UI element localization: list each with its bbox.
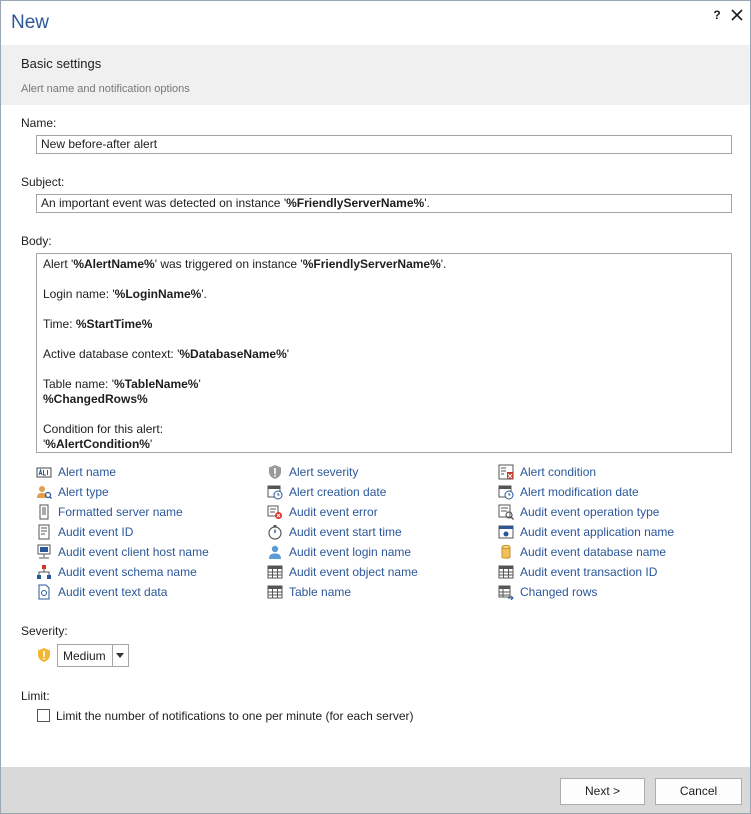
- limit-checkbox[interactable]: [37, 709, 50, 722]
- var-audit-event-id[interactable]: Audit event ID: [36, 523, 133, 541]
- name-value: New before-after alert: [41, 137, 158, 151]
- dialog-window: New ? Basic settings Alert name and noti…: [0, 0, 751, 814]
- var-alert-name[interactable]: Alert name: [36, 463, 116, 481]
- calendar-clock-icon: [267, 485, 283, 500]
- body-line: Alert '%AlertName%' was triggered on ins…: [43, 257, 447, 271]
- subject-variable: %FriendlyServerName%: [286, 196, 425, 210]
- chevron-down-icon: [116, 653, 124, 658]
- var-audit-event-transaction-id[interactable]: Audit event transaction ID: [498, 563, 657, 581]
- window-title: New: [11, 12, 50, 33]
- var-alert-modification-date[interactable]: Alert modification date: [498, 483, 639, 501]
- severity-label: Severity:: [21, 624, 68, 638]
- var-audit-event-application-name[interactable]: Audit event application name: [498, 523, 674, 541]
- body-line: Login name: '%LoginName%'.: [43, 287, 207, 301]
- section-title: Basic settings: [21, 56, 102, 71]
- subject-prefix: An important event was detected on insta…: [41, 196, 287, 210]
- dropdown-separator: [112, 645, 113, 666]
- stopwatch-icon: [268, 525, 282, 540]
- var-audit-event-start-time[interactable]: Audit event start time: [267, 523, 402, 541]
- operation-type-icon: [498, 504, 514, 520]
- transaction-icon: [498, 565, 514, 579]
- subject-label: Subject:: [21, 175, 65, 189]
- user-icon: [269, 545, 281, 559]
- body-label: Body:: [21, 234, 52, 248]
- limit-checkbox-label[interactable]: Limit the number of notifications to one…: [56, 709, 414, 723]
- section-header: Basic settings Alert name and notificati…: [1, 45, 750, 105]
- name-input[interactable]: New before-after alert: [36, 135, 732, 154]
- alert-name-icon: [36, 467, 52, 478]
- var-formatted-server-name[interactable]: Formatted server name: [36, 503, 183, 521]
- var-audit-event-login-name[interactable]: Audit event login name: [267, 543, 411, 561]
- calendar-clock-icon: [498, 485, 514, 500]
- table-icon: [267, 565, 283, 579]
- body-line: Active database context: '%DatabaseName%…: [43, 347, 290, 361]
- var-table-name[interactable]: Table name: [267, 583, 351, 601]
- next-button[interactable]: Next >: [560, 778, 645, 805]
- server-icon: [39, 504, 49, 520]
- database-icon: [501, 544, 511, 559]
- section-subtitle: Alert name and notification options: [21, 83, 190, 95]
- alert-type-icon: [37, 486, 52, 499]
- var-audit-event-error[interactable]: Audit event error: [267, 503, 378, 521]
- severity-value: Medium: [63, 649, 106, 663]
- error-icon: [267, 505, 282, 519]
- body-line: Table name: '%TableName%': [43, 377, 201, 391]
- var-alert-type[interactable]: Alert type: [36, 483, 109, 501]
- title-bar: New ?: [1, 1, 750, 45]
- severity-dropdown[interactable]: Medium: [57, 644, 129, 667]
- application-icon: [498, 525, 514, 539]
- var-alert-severity[interactable]: Alert severity: [267, 463, 358, 481]
- body-textarea[interactable]: Alert '%AlertName%' was triggered on ins…: [36, 253, 732, 453]
- alert-severity-icon: [269, 465, 281, 479]
- close-icon: [731, 9, 743, 21]
- var-audit-event-client-host-name[interactable]: Audit event client host name: [36, 543, 209, 561]
- client-host-icon: [37, 544, 51, 559]
- table-icon: [267, 585, 283, 599]
- subject-input[interactable]: An important event was detected on insta…: [36, 194, 732, 213]
- var-audit-event-object-name[interactable]: Audit event object name: [267, 563, 418, 581]
- var-audit-event-text-data[interactable]: Audit event text data: [36, 583, 167, 601]
- var-audit-event-database-name[interactable]: Audit event database name: [498, 543, 666, 561]
- alert-condition-icon: [498, 464, 514, 480]
- close-button[interactable]: [729, 7, 745, 23]
- body-line: %ChangedRows%: [43, 392, 148, 406]
- var-alert-condition[interactable]: Alert condition: [498, 463, 596, 481]
- var-changed-rows[interactable]: Changed rows: [498, 583, 597, 601]
- var-audit-event-schema-name[interactable]: Audit event schema name: [36, 563, 197, 581]
- limit-label: Limit:: [21, 689, 50, 703]
- body-line: '%AlertCondition%': [43, 437, 153, 451]
- event-id-icon: [38, 524, 50, 540]
- var-alert-creation-date[interactable]: Alert creation date: [267, 483, 386, 501]
- var-audit-event-operation-type[interactable]: Audit event operation type: [498, 503, 659, 521]
- name-label: Name:: [21, 116, 57, 130]
- cancel-button[interactable]: Cancel: [655, 778, 742, 805]
- subject-suffix: '.: [424, 196, 430, 210]
- shield-warning-icon: [38, 648, 50, 662]
- changed-rows-icon: [498, 585, 514, 600]
- text-data-icon: [38, 584, 50, 600]
- schema-icon: [37, 565, 51, 579]
- help-button[interactable]: ?: [709, 7, 725, 23]
- body-line: Condition for this alert:: [43, 422, 164, 436]
- body-line: Time: %StartTime%: [43, 317, 153, 331]
